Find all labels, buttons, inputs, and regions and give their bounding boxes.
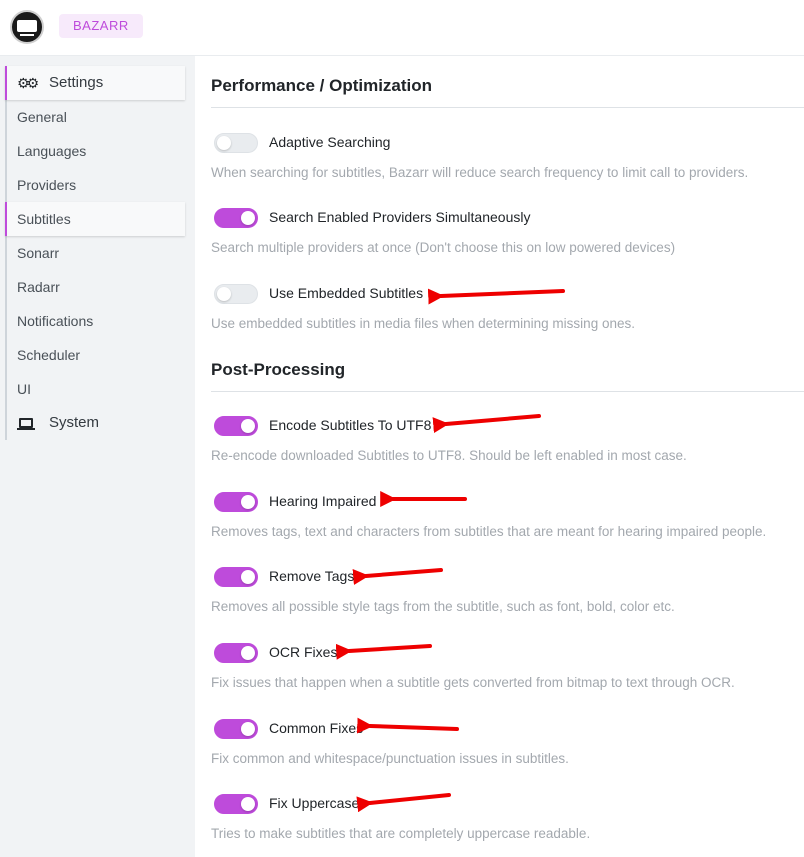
- sidebar: ⚙⚙ Settings General Languages Providers S…: [0, 56, 195, 857]
- setting-description: Fix issues that happen when a subtitle g…: [211, 675, 735, 690]
- adaptive-searching-toggle[interactable]: [214, 133, 258, 153]
- sidebar-item-label: Radarr: [17, 279, 60, 295]
- sidebar-nav: ⚙⚙ Settings General Languages Providers S…: [5, 66, 185, 440]
- sidebar-item-label: System: [49, 414, 100, 431]
- sidebar-item-settings[interactable]: ⚙⚙ Settings: [5, 66, 185, 100]
- fix-uppercase-toggle[interactable]: [214, 794, 258, 814]
- setting-description: Search multiple providers at once (Don't…: [211, 240, 676, 255]
- section-divider: [211, 107, 804, 108]
- setting-description: Use embedded subtitles in media files wh…: [211, 316, 635, 331]
- sidebar-item-label: Notifications: [17, 313, 94, 329]
- red-arrow-icon: [427, 288, 565, 305]
- sidebar-item-label: Providers: [17, 177, 77, 193]
- sidebar-item-providers[interactable]: Providers: [7, 168, 185, 202]
- setting-label: Remove Tags: [269, 568, 355, 584]
- setting-label: OCR Fixes: [269, 644, 338, 660]
- hearing-impaired-toggle[interactable]: [214, 492, 258, 512]
- bazarr-logo-icon[interactable]: [10, 10, 44, 44]
- sidebar-item-scheduler[interactable]: Scheduler: [7, 338, 185, 372]
- sidebar-item-sonarr[interactable]: Sonarr: [7, 236, 185, 270]
- common-fixes-toggle[interactable]: [214, 719, 258, 739]
- setting-description: Fix common and whitespace/punctuation is…: [211, 751, 569, 766]
- brand-badge: BAZARR: [59, 14, 143, 38]
- red-arrow-icon: [335, 643, 432, 660]
- sidebar-item-notifications[interactable]: Notifications: [7, 304, 185, 338]
- sidebar-item-languages[interactable]: Languages: [7, 134, 185, 168]
- section-title-performance: Performance / Optimization: [211, 76, 433, 95]
- encode-utf8-toggle[interactable]: [214, 416, 258, 436]
- sidebar-item-radarr[interactable]: Radarr: [7, 270, 185, 304]
- sidebar-item-label: Sonarr: [17, 245, 60, 261]
- red-arrow-icon: [432, 414, 541, 434]
- sidebar-item-label: UI: [17, 381, 31, 397]
- sidebar-item-label: Subtitles: [17, 211, 71, 227]
- red-arrow-icon: [356, 717, 459, 734]
- use-embedded-subtitles-toggle[interactable]: [214, 284, 258, 304]
- sidebar-item-label: Settings: [49, 74, 104, 91]
- section-divider: [211, 391, 804, 392]
- setting-label: Search Enabled Providers Simultaneously: [269, 209, 531, 225]
- setting-description: Removes tags, text and characters from s…: [211, 524, 767, 539]
- ocr-fixes-toggle[interactable]: [214, 643, 258, 663]
- sidebar-item-ui[interactable]: UI: [7, 372, 185, 406]
- setting-description: Tries to make subtitles that are complet…: [211, 826, 591, 841]
- setting-label: Fix Uppercase: [269, 795, 360, 811]
- setting-label: Use Embedded Subtitles: [269, 285, 424, 301]
- laptop-icon: [17, 406, 39, 440]
- red-arrow-icon: [356, 793, 451, 813]
- sidebar-item-subtitles[interactable]: Subtitles: [5, 202, 185, 236]
- setting-label: Adaptive Searching: [269, 134, 391, 150]
- remove-tags-toggle[interactable]: [214, 567, 258, 587]
- section-title-post-processing: Post-Processing: [211, 360, 346, 379]
- search-simultaneously-toggle[interactable]: [214, 208, 258, 228]
- sidebar-item-system[interactable]: System: [7, 406, 185, 440]
- sidebar-item-label: Scheduler: [17, 347, 81, 363]
- setting-description: When searching for subtitles, Bazarr wil…: [211, 165, 749, 180]
- setting-label: Common Fixes: [269, 720, 364, 736]
- sidebar-item-general[interactable]: General: [7, 100, 185, 134]
- setting-description: Removes all possible style tags from the…: [211, 599, 675, 614]
- sidebar-item-label: General: [17, 109, 67, 125]
- setting-description: Re-encode downloaded Subtitles to UTF8. …: [211, 448, 687, 463]
- setting-label: Encode Subtitles To UTF8: [269, 417, 432, 433]
- red-arrow-icon: [352, 568, 443, 585]
- setting-label: Hearing Impaired: [269, 493, 377, 509]
- sidebar-item-label: Languages: [17, 143, 87, 159]
- top-header: BAZARR: [0, 0, 804, 56]
- gears-icon: ⚙⚙: [17, 75, 39, 91]
